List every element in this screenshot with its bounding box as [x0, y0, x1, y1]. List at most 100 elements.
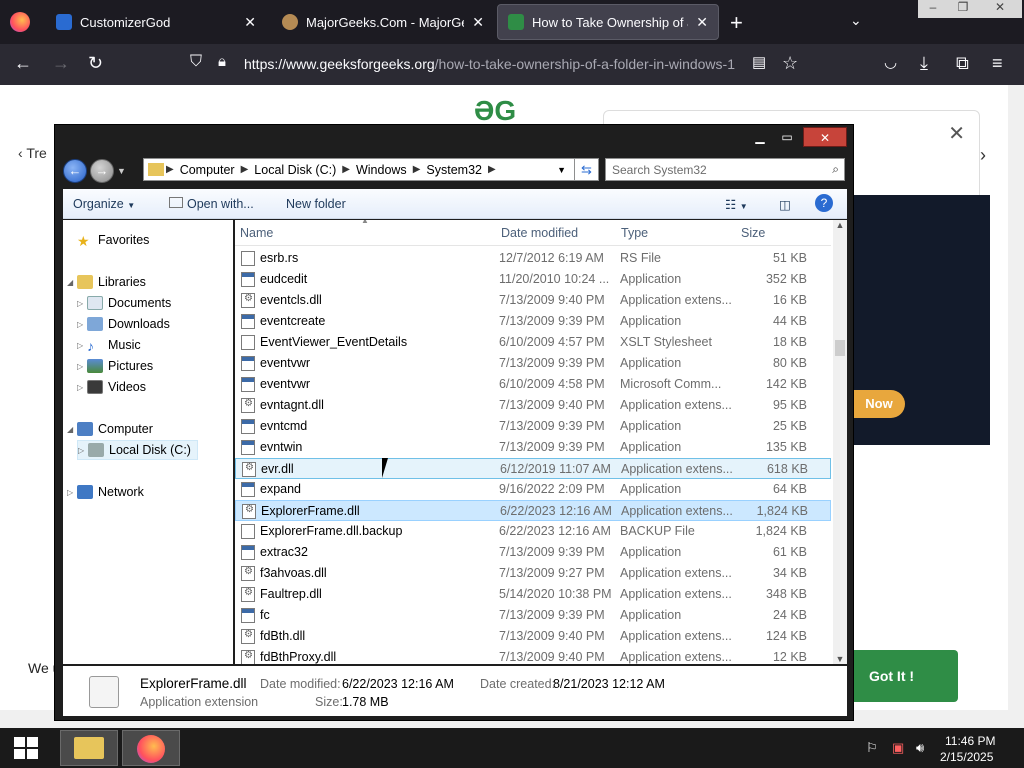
- collapsed-triangle-icon[interactable]: ▷: [77, 341, 87, 350]
- extensions-icon[interactable]: ⧉: [956, 53, 969, 74]
- column-name[interactable]: Name: [240, 226, 273, 240]
- new-folder-button[interactable]: New folder: [286, 197, 346, 211]
- file-row[interactable]: evntagnt.dll 7/13/2009 9:40 PM Application…: [235, 395, 831, 416]
- nav-favorites[interactable]: ★ Favorites: [77, 230, 149, 250]
- address-bar[interactable]: ▶ Computer ▶ Local Disk (C:) ▶ Windows ▶…: [143, 158, 599, 181]
- expanded-triangle-icon[interactable]: ◢: [67, 425, 77, 434]
- file-row[interactable]: eventvwr 6/10/2009 4:58 PM Microsoft Comm.…: [235, 374, 831, 395]
- file-row[interactable]: f3ahvoas.dll 7/13/2009 9:27 PM Application…: [235, 563, 831, 584]
- refresh-icon[interactable]: ⇆: [574, 158, 599, 181]
- expanded-triangle-icon[interactable]: ◢: [67, 278, 77, 287]
- search-icon[interactable]: ⌕: [832, 162, 839, 177]
- file-row[interactable]: eventcreate 7/13/2009 9:39 PM Application 4…: [235, 311, 831, 332]
- nav-documents[interactable]: ▷ Documents: [77, 293, 171, 313]
- column-size[interactable]: Size: [741, 226, 765, 240]
- breadcrumb-computer[interactable]: Computer: [180, 163, 235, 177]
- column-type[interactable]: Type: [621, 226, 648, 240]
- file-row[interactable]: extrac32 7/13/2009 9:39 PM Application 61 K…: [235, 542, 831, 563]
- url-bar[interactable]: ⛉ 🔒︎ https://www.geeksforgeeks.org/how-t…: [182, 48, 812, 80]
- close-icon[interactable]: ✕: [948, 121, 965, 146]
- bookmark-star-icon[interactable]: ☆: [782, 53, 798, 74]
- file-row[interactable]: ExplorerFrame.dll.backup 6/22/2023 12:16 …: [235, 521, 831, 542]
- action-center-icon[interactable]: ⚐: [866, 740, 878, 756]
- maximize-icon[interactable]: ▭: [775, 127, 799, 147]
- scroll-down-icon[interactable]: ▼: [833, 654, 847, 664]
- breadcrumb-separator-icon[interactable]: ▶: [342, 164, 350, 175]
- nav-videos[interactable]: ▷ Videos: [77, 377, 146, 397]
- file-row[interactable]: evr.dll 6/12/2019 11:07 AM Application ext…: [235, 458, 831, 479]
- file-row[interactable]: eventcls.dll 7/13/2009 9:40 PM Application…: [235, 290, 831, 311]
- shield-icon[interactable]: ⛉: [190, 53, 202, 71]
- explorer-title-bar[interactable]: ▁ ▭ ✕: [55, 125, 853, 153]
- now-button[interactable]: Now: [853, 390, 905, 418]
- file-row[interactable]: fc 7/13/2009 9:39 PM Application 24 KB: [235, 605, 831, 626]
- lock-icon[interactable]: 🔒︎: [218, 53, 226, 70]
- close-tab-icon[interactable]: ✕: [696, 14, 708, 31]
- nav-downloads[interactable]: ▷ Downloads: [77, 314, 170, 334]
- file-row[interactable]: ExplorerFrame.dll 6/22/2023 12:16 AM Appli…: [235, 500, 831, 521]
- minimize-icon[interactable]: –: [918, 0, 948, 18]
- file-row[interactable]: expand 9/16/2022 2:09 PM Application 64 KB: [235, 479, 831, 500]
- search-input[interactable]: Search System32 ⌕: [605, 158, 845, 181]
- file-row[interactable]: EventViewer_EventDetails 6/10/2009 4:57 P…: [235, 332, 831, 353]
- firefox-taskbar-icon[interactable]: [122, 730, 180, 766]
- preview-pane-icon[interactable]: ◫: [779, 197, 791, 212]
- open-with-button[interactable]: Open with...: [169, 197, 254, 211]
- file-explorer-taskbar-icon[interactable]: [60, 730, 118, 766]
- page-scrollbar[interactable]: [1008, 85, 1024, 710]
- breadcrumb-local-disk[interactable]: Local Disk (C:): [254, 163, 336, 177]
- nav-libraries[interactable]: ◢ Libraries: [67, 272, 146, 292]
- trending-link[interactable]: ‹ Tre: [18, 145, 47, 161]
- nav-network[interactable]: ▷ Network: [67, 482, 144, 502]
- collapsed-triangle-icon[interactable]: ▷: [77, 383, 87, 392]
- column-date-modified[interactable]: Date modified: [501, 226, 578, 240]
- breadcrumb-separator-icon[interactable]: ▶: [166, 164, 174, 175]
- minimize-icon[interactable]: ▁: [749, 127, 771, 147]
- tab-take-ownership[interactable]: How to Take Ownership of a Fo ✕: [497, 4, 719, 40]
- list-all-tabs-icon[interactable]: ⌄: [850, 12, 862, 29]
- clock-time[interactable]: 11:46 PM: [945, 734, 995, 748]
- breadcrumb-separator-icon[interactable]: ▶: [413, 164, 421, 175]
- network-disconnected-icon[interactable]: ▣: [892, 740, 904, 756]
- clock-date[interactable]: 2/15/2025: [940, 750, 993, 764]
- file-row[interactable]: evntcmd 7/13/2009 9:39 PM Application 25 KB: [235, 416, 831, 437]
- pocket-icon[interactable]: ◡: [884, 53, 897, 71]
- gfg-logo[interactable]: ƏG: [474, 95, 516, 127]
- new-tab-button[interactable]: +: [730, 10, 743, 36]
- close-window-icon[interactable]: ✕: [803, 127, 847, 147]
- organize-button[interactable]: Organize ▼: [73, 197, 135, 211]
- collapsed-triangle-icon[interactable]: ▷: [77, 320, 87, 329]
- breadcrumb-system32[interactable]: System32: [426, 163, 482, 177]
- collapsed-triangle-icon[interactable]: ▷: [67, 488, 77, 497]
- chevron-right-icon[interactable]: ›: [980, 145, 986, 166]
- breadcrumb-separator-icon[interactable]: ▶: [488, 164, 496, 175]
- file-row[interactable]: eudcedit 11/20/2010 10:24 ... Application 3…: [235, 269, 831, 290]
- file-row[interactable]: eventvwr 7/13/2009 9:39 PM Application 80 K…: [235, 353, 831, 374]
- file-row[interactable]: evntwin 7/13/2009 9:39 PM Application 135 K…: [235, 437, 831, 458]
- url-text[interactable]: https://www.geeksforgeeks.org/how-to-tak…: [244, 56, 744, 72]
- collapsed-triangle-icon[interactable]: ▷: [78, 446, 88, 455]
- collapsed-triangle-icon[interactable]: ▷: [77, 299, 87, 308]
- menu-hamburger-icon[interactable]: ≡: [992, 53, 1003, 74]
- scroll-up-icon[interactable]: ▲: [833, 220, 847, 230]
- reload-icon[interactable]: ↻: [88, 53, 103, 74]
- back-arrow-icon[interactable]: ←: [14, 53, 32, 74]
- scroll-thumb[interactable]: [835, 340, 845, 356]
- help-icon[interactable]: ?: [815, 194, 833, 212]
- nav-local-disk[interactable]: ▷ Local Disk (C:): [77, 440, 198, 460]
- tab-customizergod[interactable]: CustomizerGod ✕: [46, 4, 266, 40]
- close-tab-icon[interactable]: ✕: [244, 14, 256, 31]
- nav-pictures[interactable]: ▷ Pictures: [77, 356, 153, 376]
- file-row[interactable]: fdBthProxy.dll 7/13/2009 9:40 PM Applicati…: [235, 647, 831, 664]
- address-dropdown-icon[interactable]: ▼: [557, 165, 566, 175]
- firefox-icon[interactable]: [10, 12, 30, 32]
- view-options-icon[interactable]: ☷ ▼: [725, 197, 748, 212]
- forward-arrow-icon[interactable]: →: [52, 53, 70, 74]
- file-row[interactable]: Faultrep.dll 5/14/2020 10:38 PM Applicatio…: [235, 584, 831, 605]
- tab-majorgeeks[interactable]: MajorGeeks.Com - MajorGeeks ✕: [272, 4, 494, 40]
- file-list-scrollbar[interactable]: ▲ ▼: [833, 220, 847, 664]
- close-window-icon[interactable]: ✕: [978, 0, 1022, 18]
- breadcrumb-separator-icon[interactable]: ▶: [241, 164, 249, 175]
- recent-pages-chevron-icon[interactable]: ▼: [117, 166, 126, 176]
- windows-start-icon[interactable]: [14, 737, 40, 759]
